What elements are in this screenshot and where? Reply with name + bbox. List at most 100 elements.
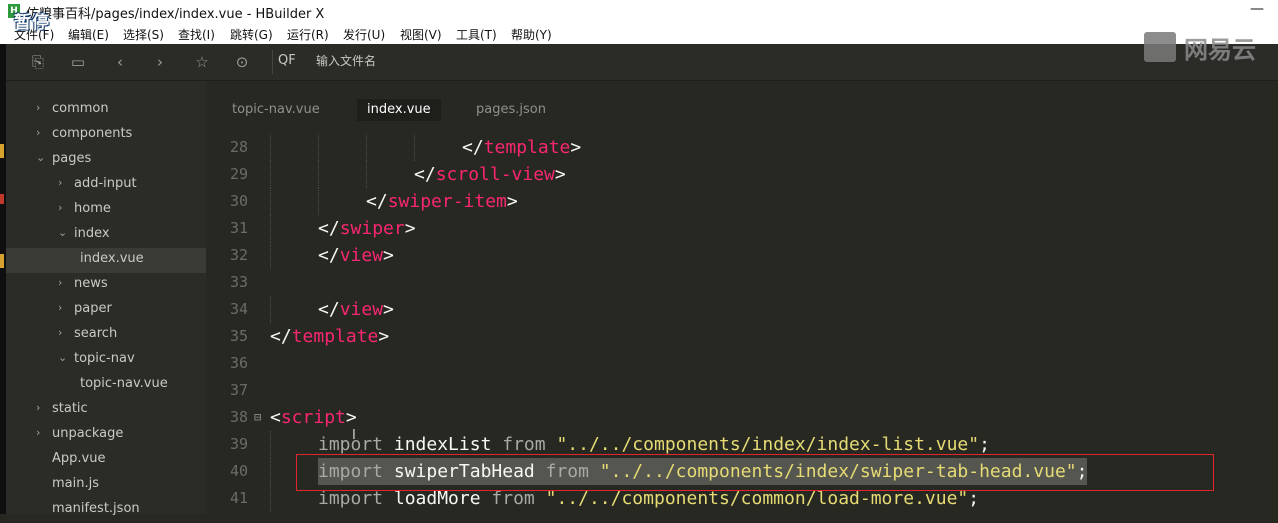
chevron-right-icon[interactable]: ›: [58, 301, 70, 314]
editor-tab[interactable]: index.vue: [357, 99, 441, 121]
code-token: >: [378, 326, 390, 347]
chevron-right-icon[interactable]: ›: [58, 176, 70, 189]
code-token: template: [483, 137, 571, 158]
chevron-right-icon[interactable]: ›: [36, 426, 48, 439]
file-tree-item[interactable]: index.vue: [6, 248, 206, 273]
fold-toggle-icon[interactable]: ⊟: [254, 404, 261, 431]
code-text: <script>: [270, 404, 357, 431]
line-number: 34: [229, 300, 248, 318]
run-icon[interactable]: ⊙: [232, 52, 252, 72]
file-tree-item[interactable]: ⌄ topic-nav: [6, 348, 206, 373]
code-token: </: [462, 137, 484, 158]
menu-item[interactable]: 帮助(Y): [511, 26, 552, 43]
file-tree-label: news: [74, 276, 108, 291]
file-tree-item[interactable]: › unpackage: [6, 423, 206, 448]
indent-guide: [318, 134, 320, 161]
code-token: >: [554, 164, 566, 185]
minimize-button[interactable]: —: [1250, 1, 1264, 17]
code-text: </swiper-item>: [366, 188, 518, 215]
chevron-down-icon[interactable]: ⌄: [58, 226, 70, 239]
code-token: >: [506, 191, 518, 212]
code-token: template: [291, 326, 379, 347]
code-line[interactable]: 37: [206, 377, 1278, 404]
code-text: </scroll-view>: [414, 161, 566, 188]
code-line[interactable]: 28 </template>: [206, 134, 1278, 161]
code-token: >: [383, 245, 394, 266]
menu-item[interactable]: 视图(V): [400, 26, 442, 43]
code-line[interactable]: 38 ⊟ <script>: [206, 404, 1278, 431]
file-tree-item[interactable]: › add-input: [6, 173, 206, 198]
chevron-down-icon[interactable]: ⌄: [36, 151, 48, 164]
code-line[interactable]: 36: [206, 350, 1278, 377]
file-search-input[interactable]: [314, 53, 518, 69]
file-tree-item[interactable]: › common: [6, 98, 206, 123]
file-tree-item[interactable]: ⌄ index: [6, 223, 206, 248]
file-tree-label: home: [74, 201, 111, 216]
file-tree-label: search: [74, 326, 118, 341]
file-tree-label: static: [52, 401, 88, 416]
watermark-logo-icon: [1144, 32, 1176, 62]
code-line[interactable]: 32 </view>: [206, 242, 1278, 269]
file-tree-label: unpackage: [52, 426, 124, 441]
file-tree-item[interactable]: › paper: [6, 298, 206, 323]
edge-marker: [0, 144, 4, 158]
code-token: </: [366, 191, 388, 212]
menu-item[interactable]: 工具(T): [456, 26, 497, 43]
code-line[interactable]: 33: [206, 269, 1278, 296]
indent-guide: [270, 458, 272, 485]
menu-item[interactable]: 发行(U): [343, 26, 385, 43]
editor-tab[interactable]: pages.json: [476, 99, 546, 121]
indent-guide: [270, 161, 272, 188]
menu-item[interactable]: 运行(R): [287, 26, 329, 43]
file-tree-item[interactable]: › news: [6, 273, 206, 298]
menu-item[interactable]: 查找(I): [178, 26, 215, 43]
line-number: 41: [229, 489, 248, 507]
file-tree-item[interactable]: topic-nav.vue: [6, 373, 206, 398]
indent-guide: [270, 188, 272, 215]
code-token: <: [270, 407, 281, 428]
indent-guide: [270, 485, 272, 512]
menu-item[interactable]: 编辑(E): [68, 26, 109, 43]
code-token: script: [280, 407, 346, 428]
file-tree-item[interactable]: › home: [6, 198, 206, 223]
file-tree-item[interactable]: ⌄ pages: [6, 148, 206, 173]
line-number: 30: [229, 192, 248, 210]
star-icon[interactable]: ☆: [192, 52, 212, 72]
code-token: >: [345, 407, 357, 428]
code-token: </: [318, 218, 340, 239]
code-line[interactable]: 35 </template>: [206, 323, 1278, 350]
chevron-right-icon[interactable]: ›: [58, 201, 70, 214]
chevron-right-icon[interactable]: ›: [36, 101, 48, 114]
menu-item[interactable]: 选择(S): [123, 26, 164, 43]
new-file-icon[interactable]: ⎘: [28, 52, 48, 72]
indent-guide: [318, 188, 320, 215]
forward-icon[interactable]: ›: [150, 52, 170, 72]
file-tree-item[interactable]: › static: [6, 398, 206, 423]
file-tree-item[interactable]: › components: [6, 123, 206, 148]
file-tree-item[interactable]: manifest.json: [6, 498, 206, 523]
chevron-right-icon[interactable]: ›: [58, 276, 70, 289]
back-icon[interactable]: ‹: [110, 52, 130, 72]
file-tree-item[interactable]: main.js: [6, 473, 206, 498]
code-token: swiper-item: [387, 191, 507, 212]
file-tree-label: topic-nav: [74, 351, 135, 366]
editor-tab[interactable]: topic-nav.vue: [232, 99, 320, 121]
chevron-right-icon[interactable]: ›: [36, 401, 48, 414]
menu-item[interactable]: 跳转(G): [230, 26, 273, 43]
code-token: from: [502, 434, 546, 455]
file-tree-label: index.vue: [80, 251, 144, 266]
chevron-right-icon[interactable]: ›: [36, 126, 48, 139]
code-line[interactable]: 30 </swiper-item>: [206, 188, 1278, 215]
watermark-text: 网易云: [1184, 36, 1256, 64]
code-line[interactable]: 34 </view>: [206, 296, 1278, 323]
file-tree-item[interactable]: App.vue: [6, 448, 206, 473]
save-icon[interactable]: ▭: [68, 52, 88, 72]
code-editor[interactable]: topic-nav.vue index.vue pages.json 28 </tem…: [206, 81, 1278, 514]
chevron-down-icon[interactable]: ⌄: [58, 351, 70, 364]
code-line[interactable]: 29 </scroll-view>: [206, 161, 1278, 188]
file-tree-item[interactable]: › search: [6, 323, 206, 348]
code-token: swiper: [339, 218, 405, 239]
chevron-right-icon[interactable]: ›: [58, 326, 70, 339]
code-line[interactable]: 31 </swiper>: [206, 215, 1278, 242]
